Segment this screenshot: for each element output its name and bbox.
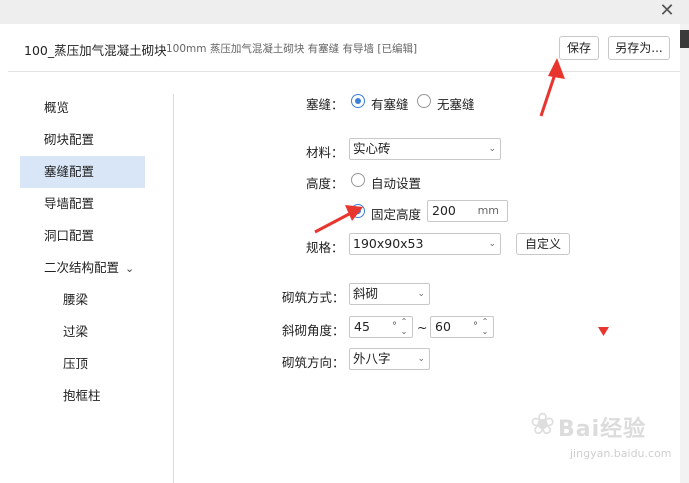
close-icon[interactable]: ✕ <box>657 0 677 22</box>
angle-from-input[interactable]: 45 ° ⌃ ⌄ <box>349 316 413 338</box>
seam-yes-label: 有塞缝 <box>371 97 409 112</box>
angle-to-input[interactable]: 60 ° ⌃ ⌄ <box>430 316 494 338</box>
chevron-down-icon: ⌄ <box>488 144 496 154</box>
sidebar-item-seam-config[interactable]: 塞缝配置 <box>20 156 145 188</box>
watermark-brand: Bai经验 <box>558 417 647 442</box>
material-label: 材料： <box>306 145 344 160</box>
chevron-down-icon: ⌄ <box>488 239 496 249</box>
sidebar-item-label: 导墙配置 <box>44 196 95 211</box>
sidebar-item-label: 过梁 <box>63 324 89 339</box>
height-fixed-radio[interactable] <box>351 204 365 218</box>
page-title: 100_蒸压加气混凝土砌块 <box>24 43 167 58</box>
seam-label: 塞缝： <box>306 97 344 112</box>
sidebar-item-label: 抱框柱 <box>63 388 101 403</box>
spec-label: 规格： <box>306 240 344 255</box>
watermark-url: jingyan.baidu.com <box>570 447 672 460</box>
angle-to-unit: ° <box>473 321 478 332</box>
save-button[interactable]: 保存 <box>559 36 599 60</box>
height-value: 200 <box>432 203 456 218</box>
custom-button[interactable]: 自定义 <box>516 233 570 255</box>
spinner-icon[interactable]: ⌃ ⌄ <box>480 317 490 337</box>
height-label: 高度： <box>306 176 344 191</box>
spinner-icon[interactable]: ⌃ ⌄ <box>399 317 409 337</box>
angle-from-value: 45 <box>354 319 370 334</box>
sidebar-item-label: 洞口配置 <box>44 228 95 243</box>
method-label: 砌筑方式： <box>282 290 345 305</box>
seam-no-radio[interactable] <box>417 94 431 108</box>
sidebar-item-label: 概览 <box>44 100 70 115</box>
sidebar-item-label: 二次结构配置 <box>44 260 120 275</box>
height-auto-radio[interactable] <box>351 173 365 187</box>
sidebar-item-overview[interactable]: 概览 <box>20 92 145 124</box>
sidebar-divider <box>173 94 174 483</box>
sidebar-item-opening-config[interactable]: 洞口配置 <box>20 220 145 252</box>
page-subtitle: 100mm 蒸压加气混凝土砌块 有塞缝 有导墙 [已编辑] <box>166 43 418 55</box>
watermark: ❀ Bai经验 jingyan.baidu.com <box>530 405 680 475</box>
sidebar-item-label: 塞缝配置 <box>44 164 95 179</box>
angle-separator: ~ <box>417 320 428 335</box>
method-value: 斜砌 <box>353 286 379 301</box>
sidebar-item-frame-column[interactable]: 抱框柱 <box>20 380 145 412</box>
spec-value: 190x90x53 <box>353 236 424 251</box>
window-top-bar <box>0 0 689 24</box>
right-edge-mark <box>680 30 689 48</box>
direction-select[interactable]: 外八字 ⌄ <box>349 348 430 370</box>
seam-no-label: 无塞缝 <box>437 97 475 112</box>
sidebar-item-label: 腰梁 <box>63 292 89 307</box>
angle-to-value: 60 <box>435 319 451 334</box>
save-as-button[interactable]: 另存为... <box>608 36 670 60</box>
sidebar-item-label: 砌块配置 <box>44 132 95 147</box>
method-select[interactable]: 斜砌 ⌄ <box>349 283 430 305</box>
paw-logo-icon: ❀ <box>530 407 556 442</box>
height-auto-label: 自动设置 <box>371 176 422 191</box>
right-edge-panel <box>680 24 689 483</box>
sidebar-item-coping[interactable]: 压顶 <box>20 348 145 380</box>
height-input[interactable]: 200 mm <box>427 200 508 222</box>
sidebar-item-waist-beam[interactable]: 腰梁 <box>20 284 145 316</box>
angle-label: 斜砌角度： <box>282 323 345 338</box>
height-fixed-label: 固定高度 <box>371 207 422 222</box>
spec-select[interactable]: 190x90x53 ⌄ <box>349 233 501 255</box>
chevron-down-icon: ⌄ <box>417 289 425 299</box>
dialog-header: 100_蒸压加气混凝土砌块 100mm 蒸压加气混凝土砌块 有塞缝 有导墙 [已… <box>8 24 680 72</box>
angle-from-unit: ° <box>392 321 397 332</box>
sidebar-item-block-config[interactable]: 砌块配置 <box>20 124 145 156</box>
direction-value: 外八字 <box>353 351 391 366</box>
material-select[interactable]: 实心砖 ⌄ <box>349 138 501 160</box>
sidebar-item-secondary-structure[interactable]: 二次结构配置 ⌄ <box>20 252 145 284</box>
chevron-down-icon: ⌄ <box>125 262 135 275</box>
direction-label: 砌筑方向： <box>282 355 345 370</box>
sidebar-item-label: 压顶 <box>63 356 89 371</box>
sidebar-item-lintel[interactable]: 过梁 <box>20 316 145 348</box>
chevron-down-icon: ⌄ <box>417 354 425 364</box>
height-unit: mm <box>477 204 499 217</box>
seam-yes-radio[interactable] <box>351 94 365 108</box>
sidebar-item-guide-wall-config[interactable]: 导墙配置 <box>20 188 145 220</box>
material-value: 实心砖 <box>353 141 391 156</box>
